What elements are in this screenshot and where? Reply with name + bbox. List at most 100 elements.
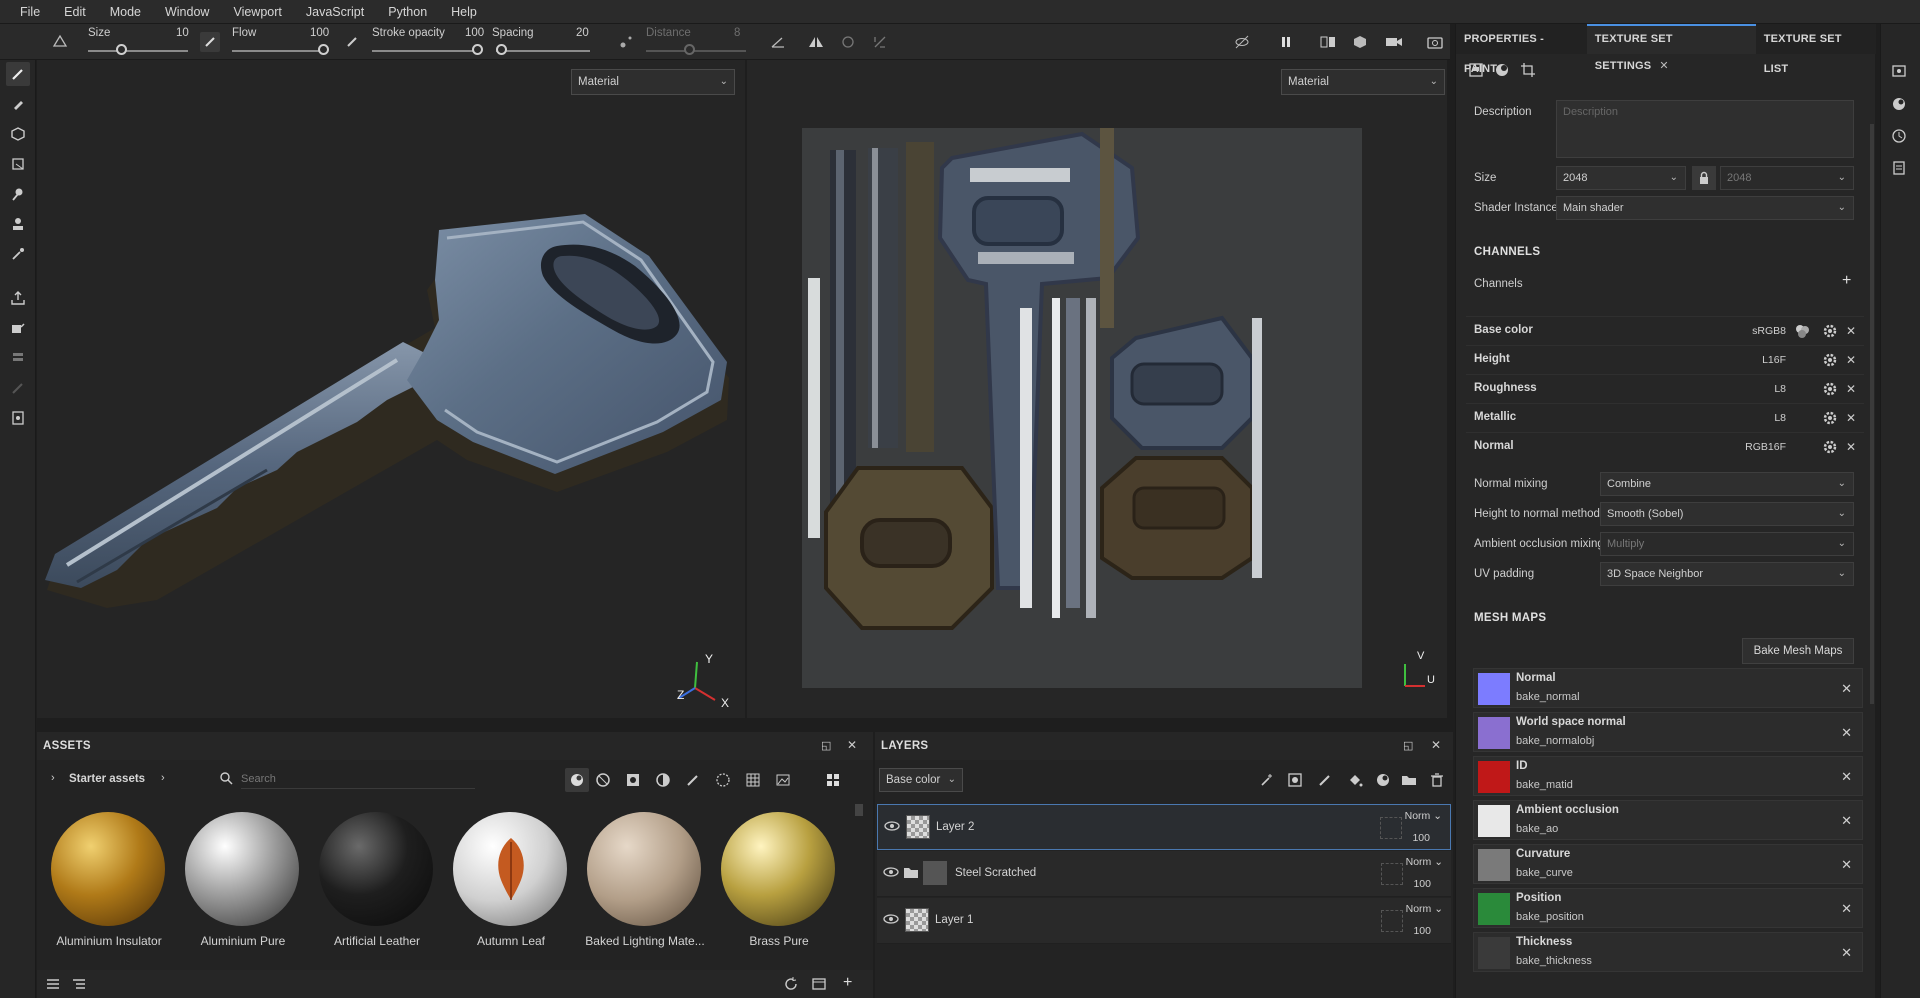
- settings-view-icon[interactable]: [1464, 58, 1488, 82]
- channel-row[interactable]: Roughness L8 ✕: [1466, 374, 1864, 402]
- assets-search-input[interactable]: Search: [241, 769, 475, 789]
- menu-edit[interactable]: Edit: [52, 0, 98, 24]
- viewport-3d-material-select[interactable]: Material ⌄: [571, 69, 735, 95]
- remove-mesh-map-icon[interactable]: ✕: [1841, 857, 1852, 873]
- mesh-map-file[interactable]: bake_normal: [1516, 691, 1580, 703]
- filter-smart-materials-icon[interactable]: [595, 772, 611, 788]
- mesh-map-file[interactable]: bake_matid: [1516, 779, 1573, 791]
- mirror-icon[interactable]: [806, 32, 826, 52]
- menu-help[interactable]: Help: [439, 0, 489, 24]
- remove-mesh-map-icon[interactable]: ✕: [1841, 681, 1852, 697]
- delete-layer-icon[interactable]: [1429, 772, 1445, 788]
- mirror-axis-icon[interactable]: [838, 32, 858, 52]
- channel-row[interactable]: Base color sRGB8 ✕: [1466, 316, 1864, 344]
- history-icon[interactable]: [1891, 128, 1911, 148]
- blend-mode-select[interactable]: Norm ⌄: [1405, 810, 1442, 822]
- channel-settings-icon[interactable]: [1822, 381, 1838, 397]
- flow-value[interactable]: 100: [310, 27, 329, 39]
- menu-mode[interactable]: Mode: [98, 0, 153, 24]
- flow-slider-knob[interactable]: [318, 44, 329, 55]
- viewport-2d-material-select[interactable]: Material ⌄: [1281, 69, 1445, 95]
- detail-list-icon[interactable]: [71, 976, 87, 992]
- remove-mesh-map-icon[interactable]: ✕: [1841, 725, 1852, 741]
- asset-tile[interactable]: Baked Lighting Mate...: [583, 812, 707, 948]
- filter-generators-icon[interactable]: [655, 772, 671, 788]
- uv-padding-select[interactable]: 3D Space Neighbor ⌄: [1600, 562, 1854, 586]
- filter-alphas-icon[interactable]: [715, 772, 731, 788]
- pen-pressure-icon[interactable]: [200, 32, 220, 52]
- breadcrumb-chevron-right-icon[interactable]: ›: [161, 772, 165, 784]
- window-icon[interactable]: [811, 976, 827, 992]
- transform-icon[interactable]: [870, 32, 890, 52]
- shader-settings-icon[interactable]: [1891, 96, 1911, 116]
- remove-channel-icon[interactable]: ✕: [1846, 381, 1862, 397]
- channel-row[interactable]: Height L16F ✕: [1466, 345, 1864, 373]
- layer-opacity[interactable]: 100: [1412, 832, 1430, 844]
- height-normal-select[interactable]: Smooth (Sobel) ⌄: [1600, 502, 1854, 526]
- asset-tile[interactable]: Brass Pure: [717, 812, 841, 948]
- layer-opacity[interactable]: 100: [1413, 925, 1431, 937]
- projection-icon[interactable]: [6, 122, 30, 146]
- layer-name[interactable]: Layer 2: [936, 821, 974, 833]
- remove-channel-icon[interactable]: ✕: [1846, 410, 1862, 426]
- layers-undock-icon[interactable]: ◱: [1403, 739, 1413, 752]
- size-select[interactable]: 2048 ⌄: [1556, 166, 1686, 190]
- bake-mesh-maps-button[interactable]: Bake Mesh Maps: [1742, 638, 1854, 664]
- mesh-map-row[interactable]: Ambient occlusion bake_ao ✕: [1473, 800, 1863, 840]
- asset-tile[interactable]: Autumn Leaf: [449, 812, 573, 948]
- stroke-slider-track[interactable]: [372, 50, 478, 52]
- layer-row[interactable]: Layer 2 Norm ⌄ 100: [877, 804, 1451, 850]
- filter-environments-icon[interactable]: [775, 772, 791, 788]
- asset-tile[interactable]: Artificial Leather: [315, 812, 439, 948]
- export-icon[interactable]: [6, 286, 30, 310]
- blend-mode-select[interactable]: Norm ⌄: [1406, 903, 1443, 915]
- mesh-map-row[interactable]: ID bake_matid ✕: [1473, 756, 1863, 796]
- stroke-opacity-value[interactable]: 100: [465, 27, 484, 39]
- normal-mixing-select[interactable]: Combine ⌄: [1600, 472, 1854, 496]
- mesh-map-row[interactable]: World space normal bake_normalobj ✕: [1473, 712, 1863, 752]
- channel-row[interactable]: Normal RGB16F ✕: [1466, 432, 1864, 460]
- filter-masks-icon[interactable]: [625, 772, 641, 788]
- angle-icon[interactable]: [768, 32, 788, 52]
- paint-brush-icon[interactable]: [6, 62, 30, 86]
- filter-brushes-icon[interactable]: [685, 772, 701, 788]
- polygon-fill-icon[interactable]: [6, 152, 30, 176]
- remove-mesh-map-icon[interactable]: ✕: [1841, 901, 1852, 917]
- add-material-icon[interactable]: [1375, 772, 1391, 788]
- log-icon[interactable]: [1891, 160, 1911, 180]
- layer-stack-icon[interactable]: [6, 346, 30, 370]
- mesh-map-file[interactable]: bake_position: [1516, 911, 1584, 923]
- split-view-icon[interactable]: [1318, 32, 1338, 52]
- mesh-map-row[interactable]: Thickness bake_thickness ✕: [1473, 932, 1863, 972]
- assets-close-icon[interactable]: ✕: [847, 738, 857, 752]
- channel-format[interactable]: sRGB8: [1752, 325, 1786, 337]
- shader-sphere-icon[interactable]: [1490, 58, 1514, 82]
- list-view-icon[interactable]: [45, 976, 61, 992]
- description-field[interactable]: Description: [1556, 100, 1854, 158]
- spacing-slider-knob[interactable]: [496, 44, 507, 55]
- close-tab-icon[interactable]: ✕: [1659, 60, 1668, 72]
- menu-window[interactable]: Window: [153, 0, 221, 24]
- remove-mesh-map-icon[interactable]: ✕: [1841, 769, 1852, 785]
- mesh-map-row[interactable]: Position bake_position ✕: [1473, 888, 1863, 928]
- layer-row[interactable]: Layer 1 Norm ⌄ 100: [877, 898, 1451, 944]
- smudge-icon[interactable]: [6, 182, 30, 206]
- mesh-map-row[interactable]: Normal bake_normal ✕: [1473, 668, 1863, 708]
- menu-python[interactable]: Python: [376, 0, 439, 24]
- menu-viewport[interactable]: Viewport: [221, 0, 293, 24]
- asset-tile[interactable]: Aluminium Pure: [181, 812, 305, 948]
- layer-row[interactable]: Steel Scratched Norm ⌄ 100: [877, 851, 1451, 897]
- tab-properties-paint[interactable]: PROPERTIES - PAINT: [1456, 24, 1587, 75]
- blend-mode-select[interactable]: Norm ⌄: [1406, 856, 1443, 868]
- notes-icon[interactable]: [6, 406, 30, 430]
- uv-crop-icon[interactable]: [1516, 58, 1540, 82]
- channel-settings-icon[interactable]: [1822, 352, 1838, 368]
- channel-format[interactable]: L8: [1774, 383, 1786, 395]
- layer-mask-slot[interactable]: [1381, 863, 1403, 885]
- symmetry-icon[interactable]: [50, 32, 70, 52]
- channel-format[interactable]: L8: [1774, 412, 1786, 424]
- clone-stamp-icon[interactable]: [6, 212, 30, 236]
- filter-materials-icon[interactable]: [565, 768, 589, 792]
- lock-icon[interactable]: [1692, 166, 1716, 190]
- camera-icon[interactable]: [1384, 32, 1404, 52]
